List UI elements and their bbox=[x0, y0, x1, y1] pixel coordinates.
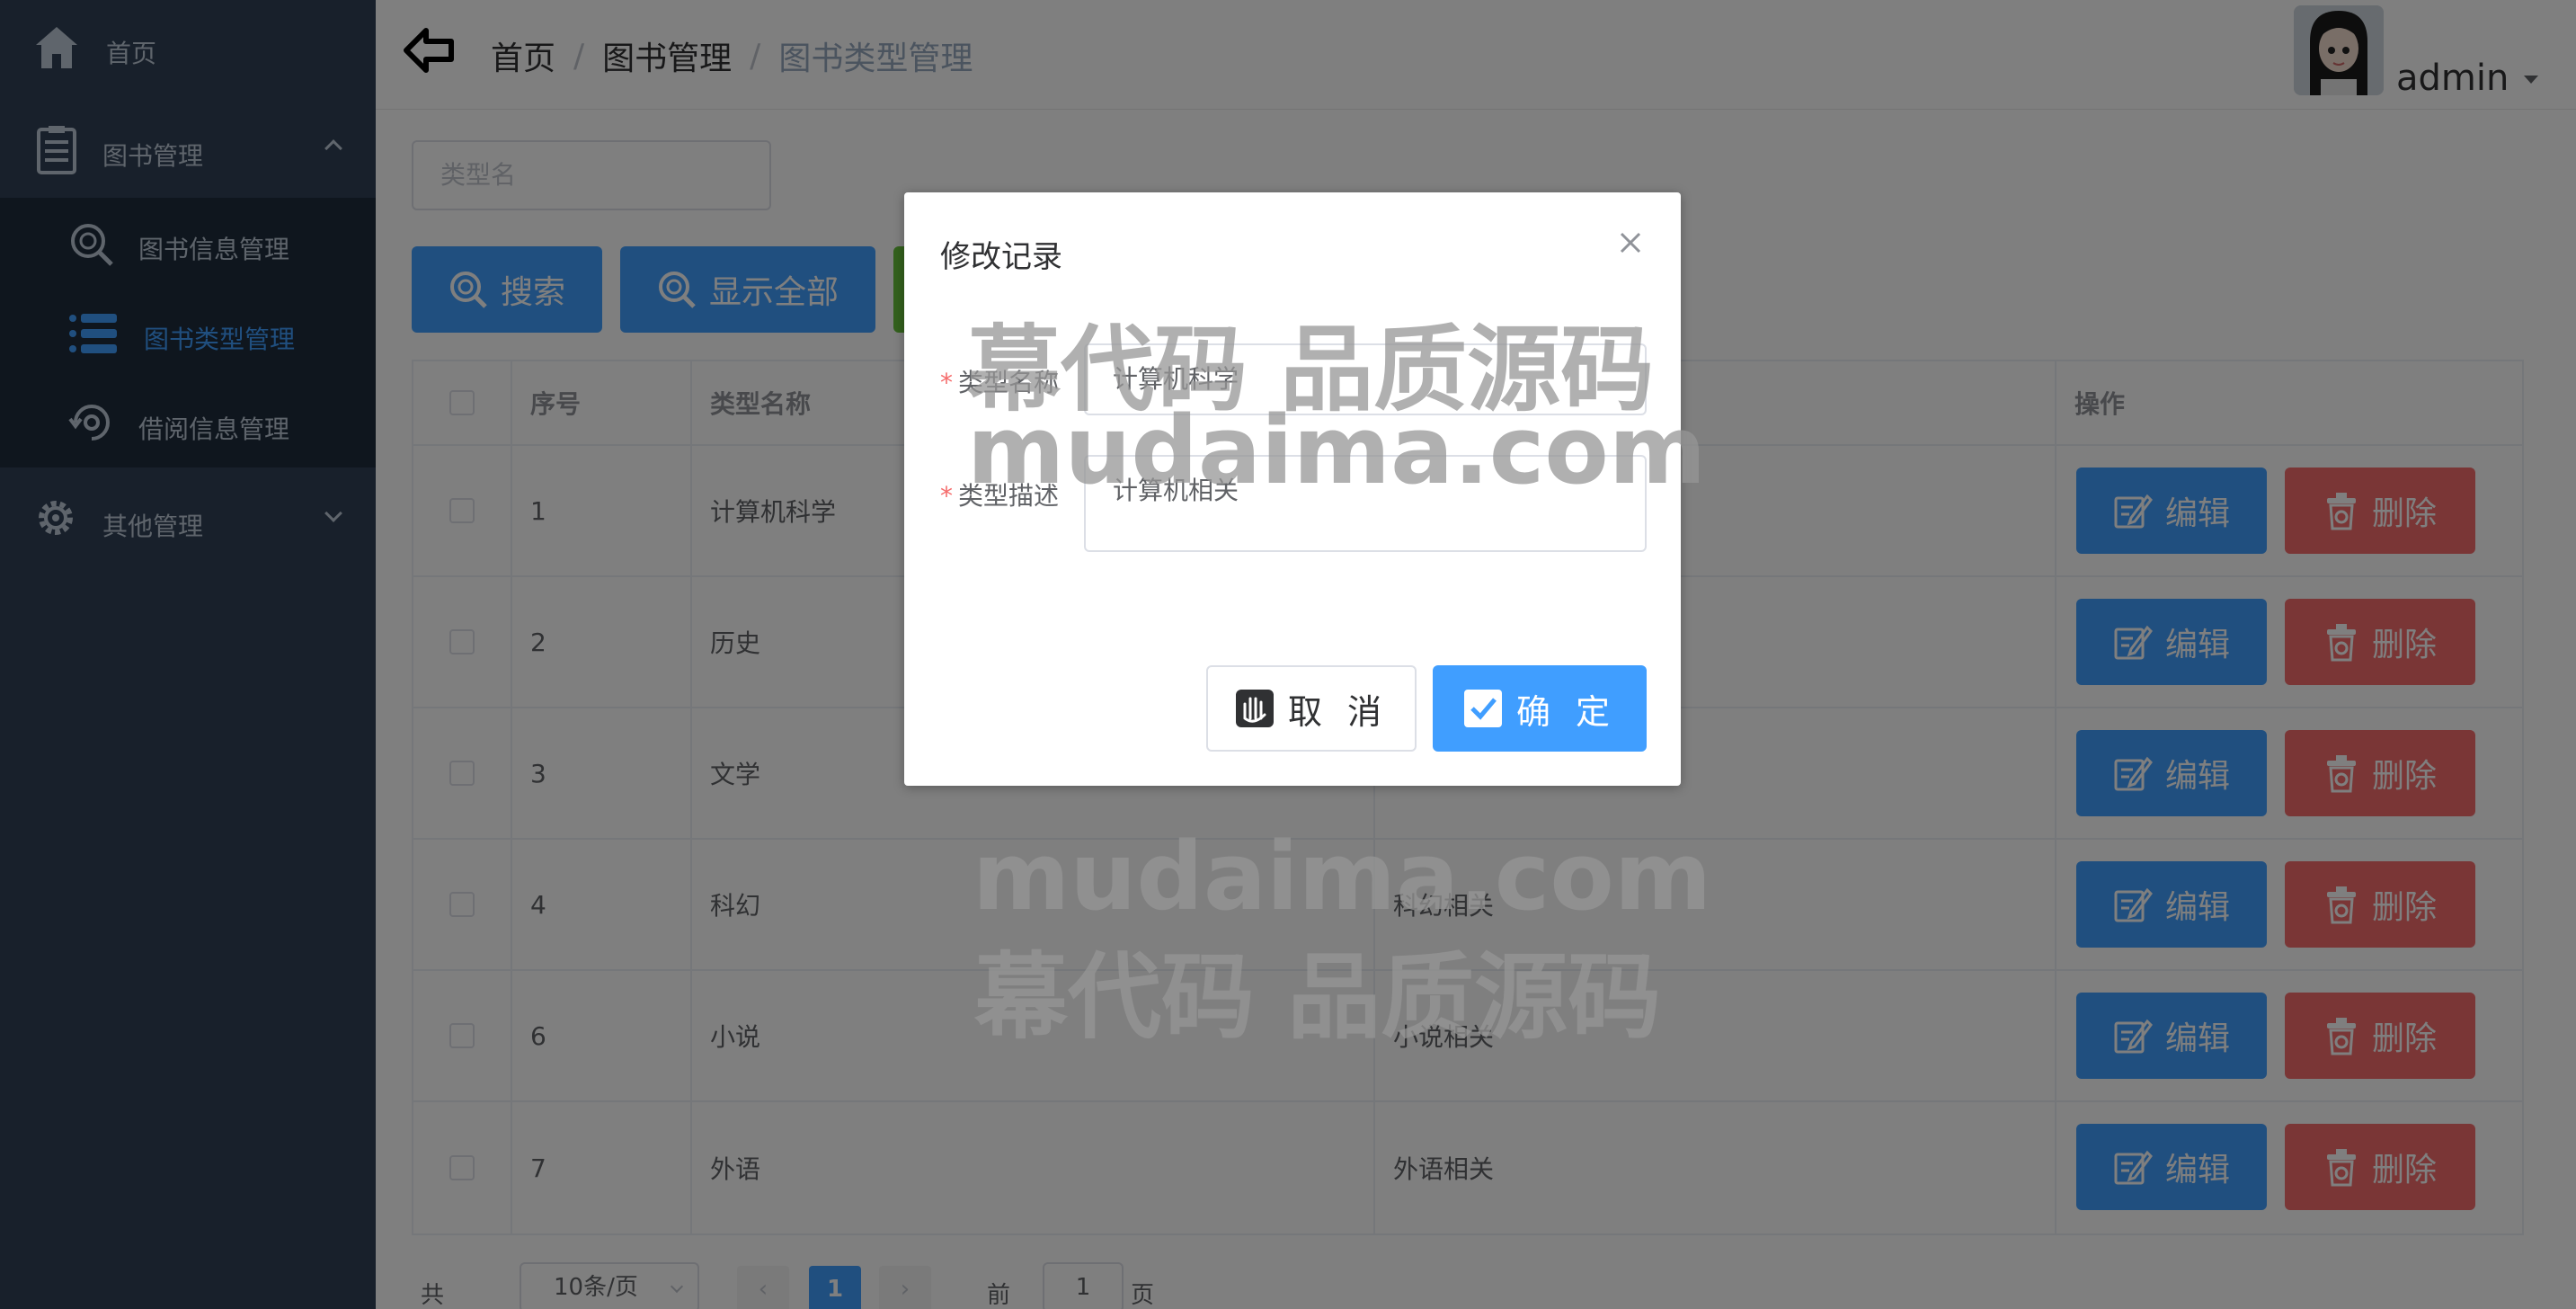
watermark-text: mudaima.com bbox=[973, 822, 1712, 931]
confirm-button-label: 确 定 bbox=[1515, 691, 1618, 732]
check-icon bbox=[1462, 688, 1504, 729]
watermark-text: 幕代码 品质源码 bbox=[974, 942, 1662, 1052]
hand-icon bbox=[1234, 688, 1275, 729]
cancel-button[interactable]: 取 消 bbox=[1206, 665, 1417, 752]
dialog-title: 修改记录 bbox=[940, 239, 1062, 275]
cancel-button-label: 取 消 bbox=[1287, 691, 1390, 732]
required-mark: * bbox=[940, 368, 953, 397]
watermark-text: mudaima.com bbox=[967, 396, 1707, 505]
required-mark: * bbox=[940, 481, 953, 511]
confirm-button[interactable]: 确 定 bbox=[1433, 665, 1647, 752]
close-icon[interactable] bbox=[1616, 228, 1645, 257]
